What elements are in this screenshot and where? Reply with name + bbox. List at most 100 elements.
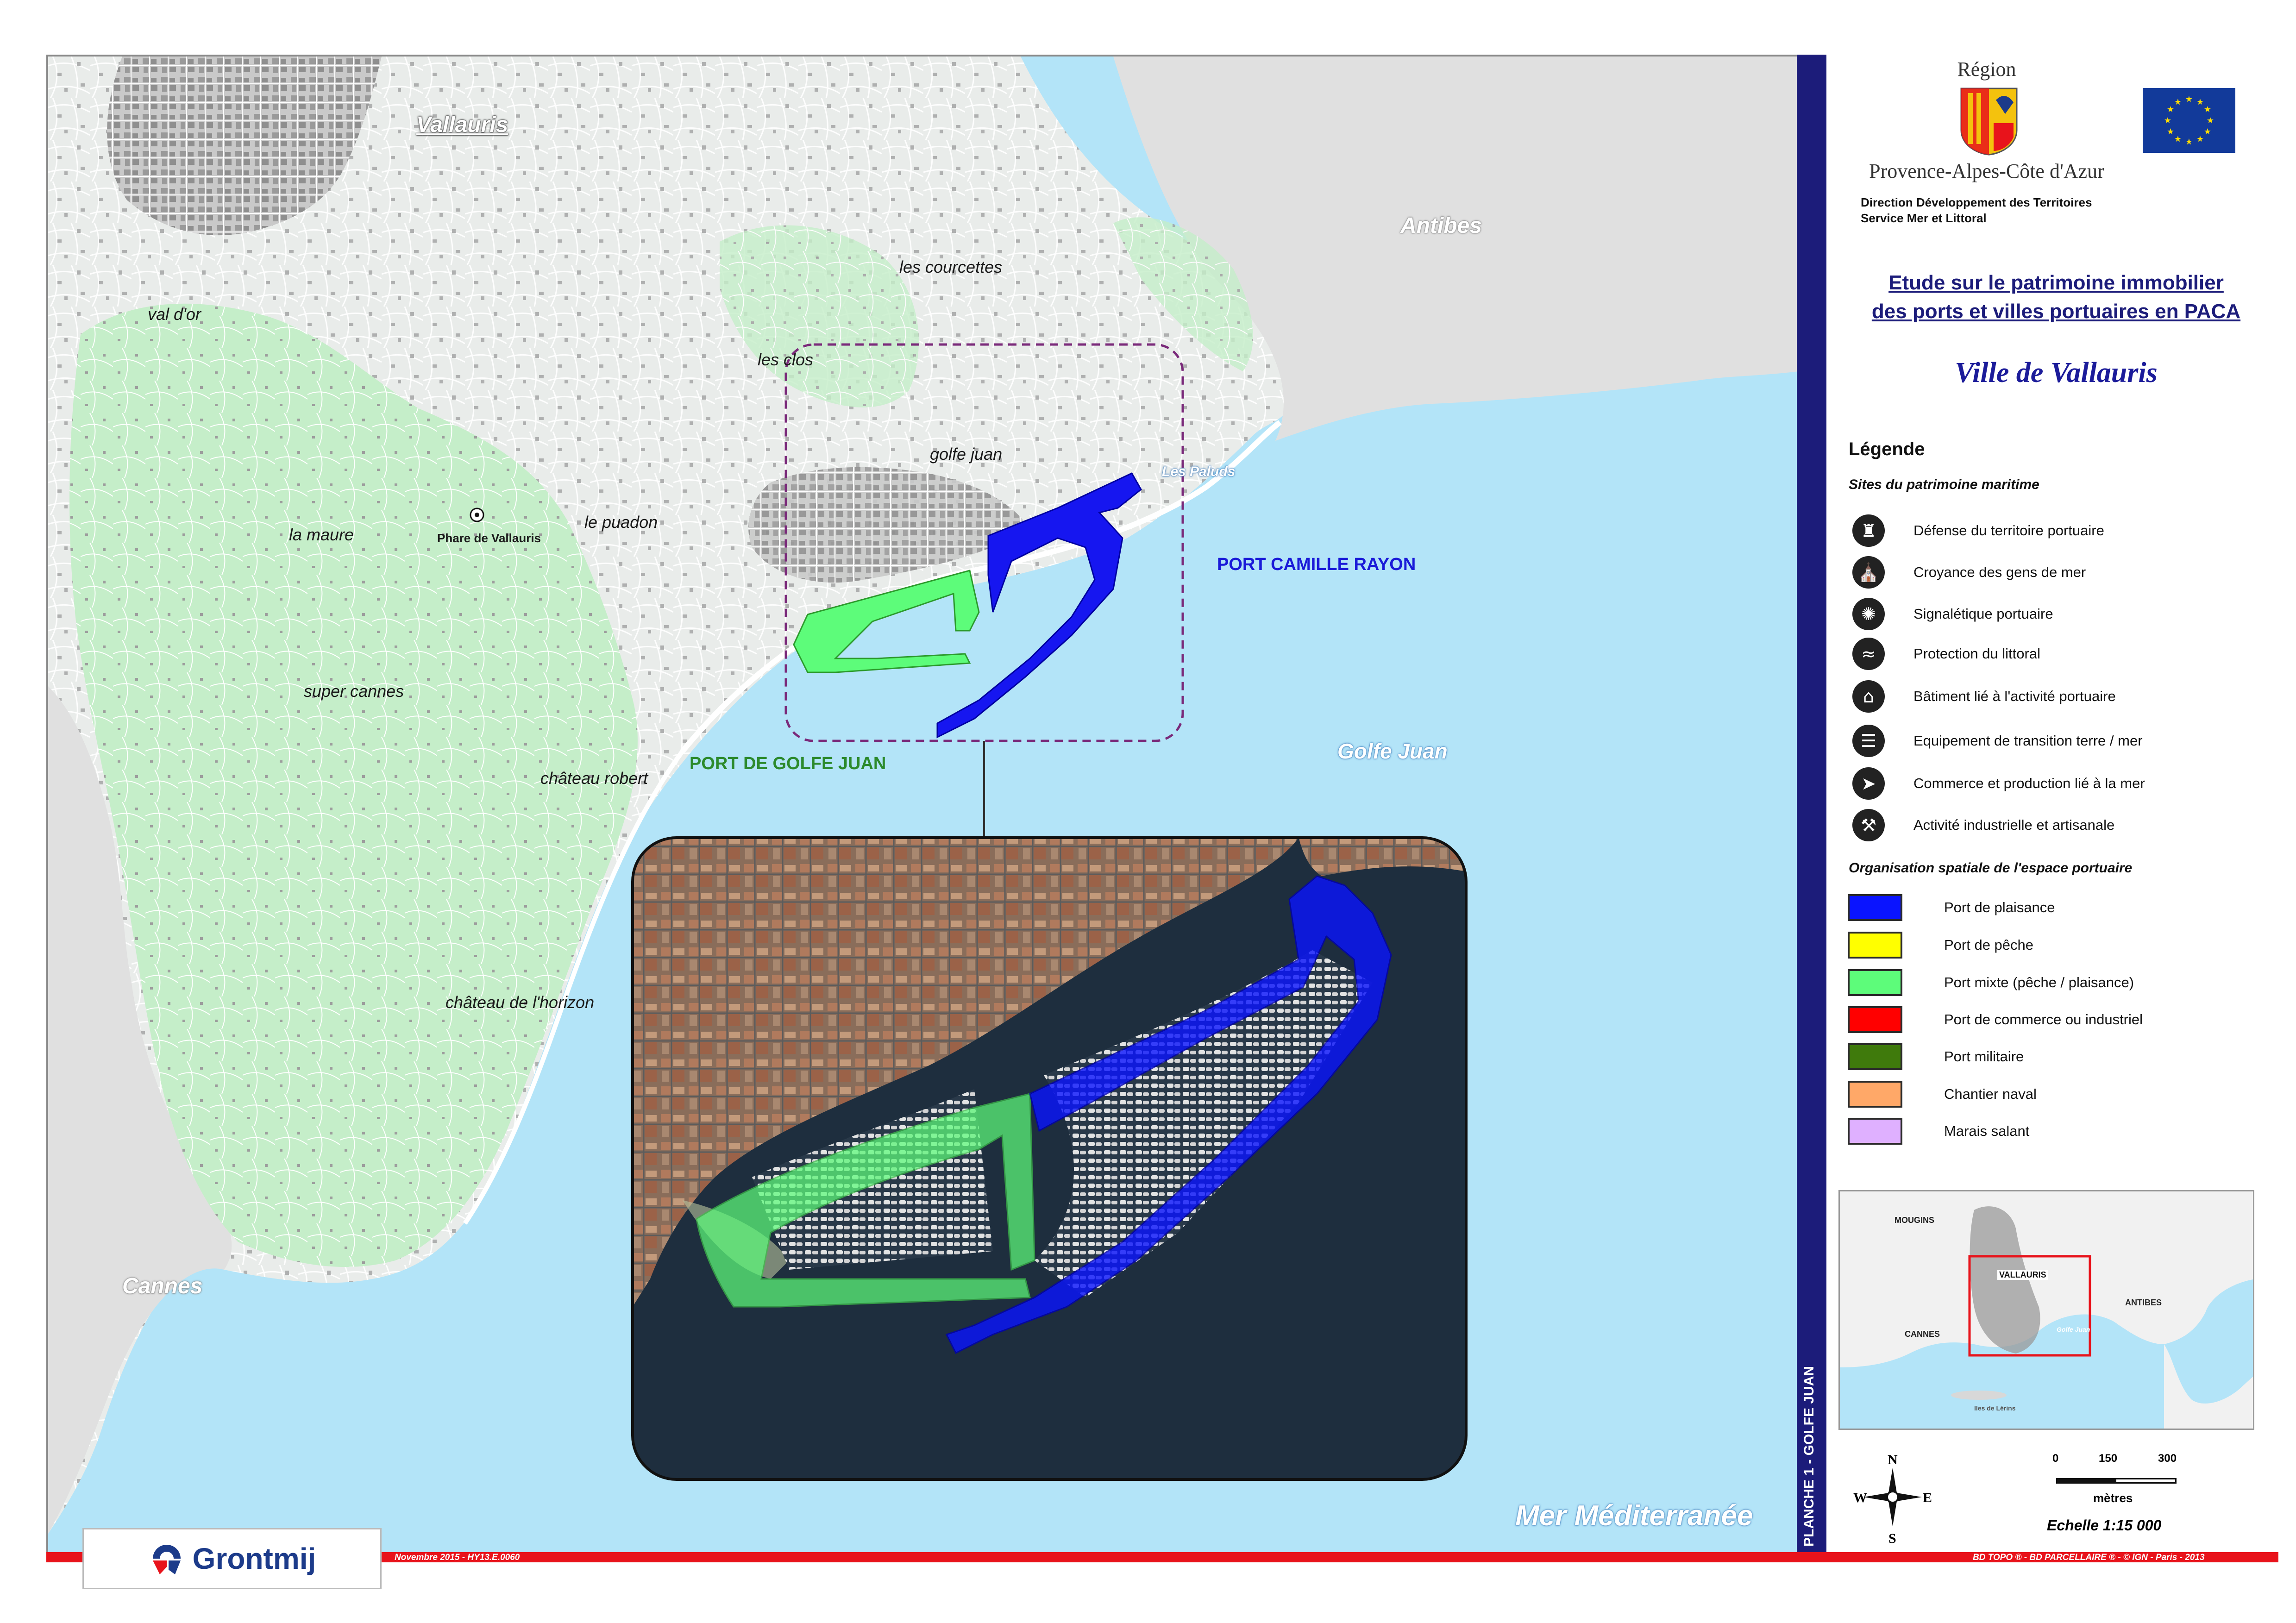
legend-zone-label: Marais salant — [1944, 1123, 2030, 1139]
swatch-commerce — [1848, 1006, 1902, 1033]
swatch-marais — [1848, 1118, 1902, 1145]
sea-mediterranee: Mer Méditerranée — [1515, 1500, 1753, 1532]
svg-text:★: ★ — [2174, 97, 2182, 107]
svg-text:★: ★ — [2207, 116, 2214, 125]
legend-site-defense: ♜ Défense du territoire portuaire — [1852, 512, 2104, 549]
legend-zone-mixte: Port mixte (pêche / plaisance) — [1848, 964, 2134, 1001]
place-la-maure: la maure — [289, 525, 354, 544]
swatch-peche — [1848, 932, 1902, 959]
sea-les-paluds: Les Paluds — [1162, 464, 1236, 479]
building-icon: ⌂ — [1852, 680, 1885, 713]
legend-zone-label: Port de commerce ou industriel — [1944, 1011, 2143, 1028]
legend-site-label: Signalétique portuaire — [1913, 606, 2053, 622]
svg-text:★: ★ — [2164, 116, 2171, 125]
place-le-puadon: le puadon — [584, 513, 658, 532]
legend-site-label: Bâtiment lié à l'activité portuaire — [1913, 688, 2116, 704]
swatch-militaire — [1848, 1043, 1902, 1070]
scale-tick-150: 150 — [2099, 1452, 2118, 1465]
svg-text:★: ★ — [2185, 137, 2193, 147]
region-logo-top-text: Région — [1957, 58, 2016, 81]
legend-zone-marais: Marais salant — [1848, 1113, 2029, 1150]
seawall-icon: ≈ — [1852, 638, 1885, 670]
legend-site-equipement: ☰ Equipement de transition terre / mer — [1852, 722, 2143, 759]
organisation-title: Organisation spatiale de l'espace portua… — [1849, 860, 2133, 876]
legend-site-label: Croyance des gens de mer — [1913, 564, 2086, 580]
legend-zone-label: Chantier naval — [1944, 1086, 2037, 1102]
legend-zone-plaisance: Port de plaisance — [1848, 889, 2055, 926]
svg-text:★: ★ — [2204, 127, 2211, 137]
legend-site-label: Commerce et production lié à la mer — [1913, 775, 2145, 791]
svg-text:★: ★ — [2204, 105, 2211, 114]
legend-site-label: Défense du territoire portuaire — [1913, 522, 2104, 539]
scale-unit: mètres — [2093, 1491, 2133, 1505]
svg-text:★: ★ — [2196, 134, 2204, 144]
place-super-cannes: super cannes — [304, 682, 404, 701]
fish-icon: ➤ — [1852, 767, 1885, 800]
direction-line-2: Service Mer et Littoral — [1861, 211, 1987, 225]
inset-golfe: Golfe Juan — [2057, 1326, 2090, 1333]
legend-zone-label: Port de pêche — [1944, 937, 2034, 953]
study-title-line-2: des ports et villes portuaires en PACA — [1871, 300, 2241, 323]
legend-zone-militaire: Port militaire — [1848, 1038, 2024, 1075]
legend-site-label: Equipement de transition terre / mer — [1913, 733, 2143, 749]
legend-site-batiment: ⌂ Bâtiment lié à l'activité portuaire — [1852, 678, 2116, 715]
scale-graphic — [2056, 1478, 2177, 1484]
city-antibes: Antibes — [1400, 213, 1482, 238]
footer-source: BD TOPO ® - BD PARCELLAIRE ® - © IGN - P… — [1973, 1553, 2205, 1562]
direction-line-1: Direction Développement des Territoires — [1861, 195, 2092, 209]
map-canvas[interactable]: Vallauris val d'or la maure super cannes… — [46, 55, 1800, 1560]
compass-s: S — [1888, 1531, 1896, 1546]
svg-text:★: ★ — [2167, 105, 2174, 114]
legend-title: Légende — [1849, 439, 1925, 459]
compass-icon — [1863, 1468, 1922, 1526]
town-label: Vallauris — [416, 113, 508, 137]
factory-icon: ⚒ — [1852, 809, 1885, 841]
legend-zone-label: Port mixte (pêche / plaisance) — [1944, 974, 2134, 990]
scale-ratio: Echelle 1:15 000 — [2047, 1517, 2162, 1534]
place-les-courcettes: les courcettes — [899, 257, 1003, 276]
base-map — [48, 56, 1799, 1534]
svg-text:★: ★ — [2185, 94, 2193, 104]
study-title-line-1: Etude sur le patrimoine immobilier — [1888, 271, 2224, 294]
port-golfe-juan-label: PORT DE GOLFE JUAN — [690, 754, 886, 773]
direction-text: Direction Développement des Territoires … — [1861, 194, 2092, 226]
sea-golfe-juan: Golfe Juan — [1337, 739, 1448, 763]
svg-text:★: ★ — [2167, 127, 2174, 137]
inset-cannes: CANNES — [1905, 1329, 1940, 1339]
inset-iles: Iles de Lérins — [1974, 1404, 2016, 1412]
place-les-clos: les clos — [758, 350, 814, 369]
fortress-icon: ♜ — [1852, 514, 1885, 547]
region-logo-bottom-text: Provence-Alpes-Côte d'Azur — [1869, 160, 2104, 182]
place-chateau-horizon: château de l'horizon — [445, 993, 595, 1012]
scale-bar: 0 150 300 mètres Echelle 1:15 000 — [2047, 1452, 2241, 1545]
slipway-icon: ☰ — [1852, 725, 1885, 757]
compass-w: W — [1853, 1490, 1867, 1505]
region-logo: Région Provence-Alpes-Côte d'Azur — [1858, 55, 2115, 189]
city-cannes: Cannes — [122, 1274, 203, 1298]
scale-tick-300: 300 — [2158, 1452, 2177, 1465]
planche-label: PLANCHE 1 - GOLFE JUAN — [1801, 1366, 1817, 1547]
port-camille-rayon-label: PORT CAMILLE RAYON — [1217, 555, 1416, 574]
compass-rose: N S W E — [1853, 1452, 1932, 1548]
legend-zone-chantier: Chantier naval — [1848, 1076, 2037, 1113]
place-chateau-robert: château robert — [540, 769, 648, 788]
legend-zone-commerce: Port de commerce ou industriel — [1848, 1001, 2143, 1038]
compass-e: E — [1923, 1490, 1932, 1505]
legend-site-label: Activité industrielle et artisanale — [1913, 817, 2115, 833]
legend-zone-label: Port militaire — [1944, 1048, 2024, 1065]
legend-zone-peche: Port de pêche — [1848, 927, 2033, 964]
aerial-inset — [633, 838, 1466, 1479]
sites-title: Sites du patrimoine maritime — [1849, 477, 2039, 492]
compass-n: N — [1888, 1452, 1898, 1467]
swatch-mixte — [1848, 969, 1902, 996]
place-golfe-juan: golfe juan — [930, 445, 1003, 464]
lighthouse-icon: ✺ — [1852, 598, 1885, 630]
inset-antibes: ANTIBES — [2125, 1298, 2162, 1307]
legend-site-croyance: ⛪ Croyance des gens de mer — [1852, 554, 2086, 591]
legend-zone-label: Port de plaisance — [1944, 899, 2055, 915]
overview-map[interactable]: MOUGINS VALLAURIS CANNES ANTIBES Golfe J… — [1838, 1190, 2254, 1430]
city-title: Ville de Vallauris — [1955, 357, 2158, 389]
chapel-icon: ⛪ — [1852, 556, 1885, 589]
legend-site-signaletique: ✺ Signalétique portuaire — [1852, 595, 2053, 633]
grontmij-logo[interactable]: Grontmij — [82, 1528, 382, 1589]
